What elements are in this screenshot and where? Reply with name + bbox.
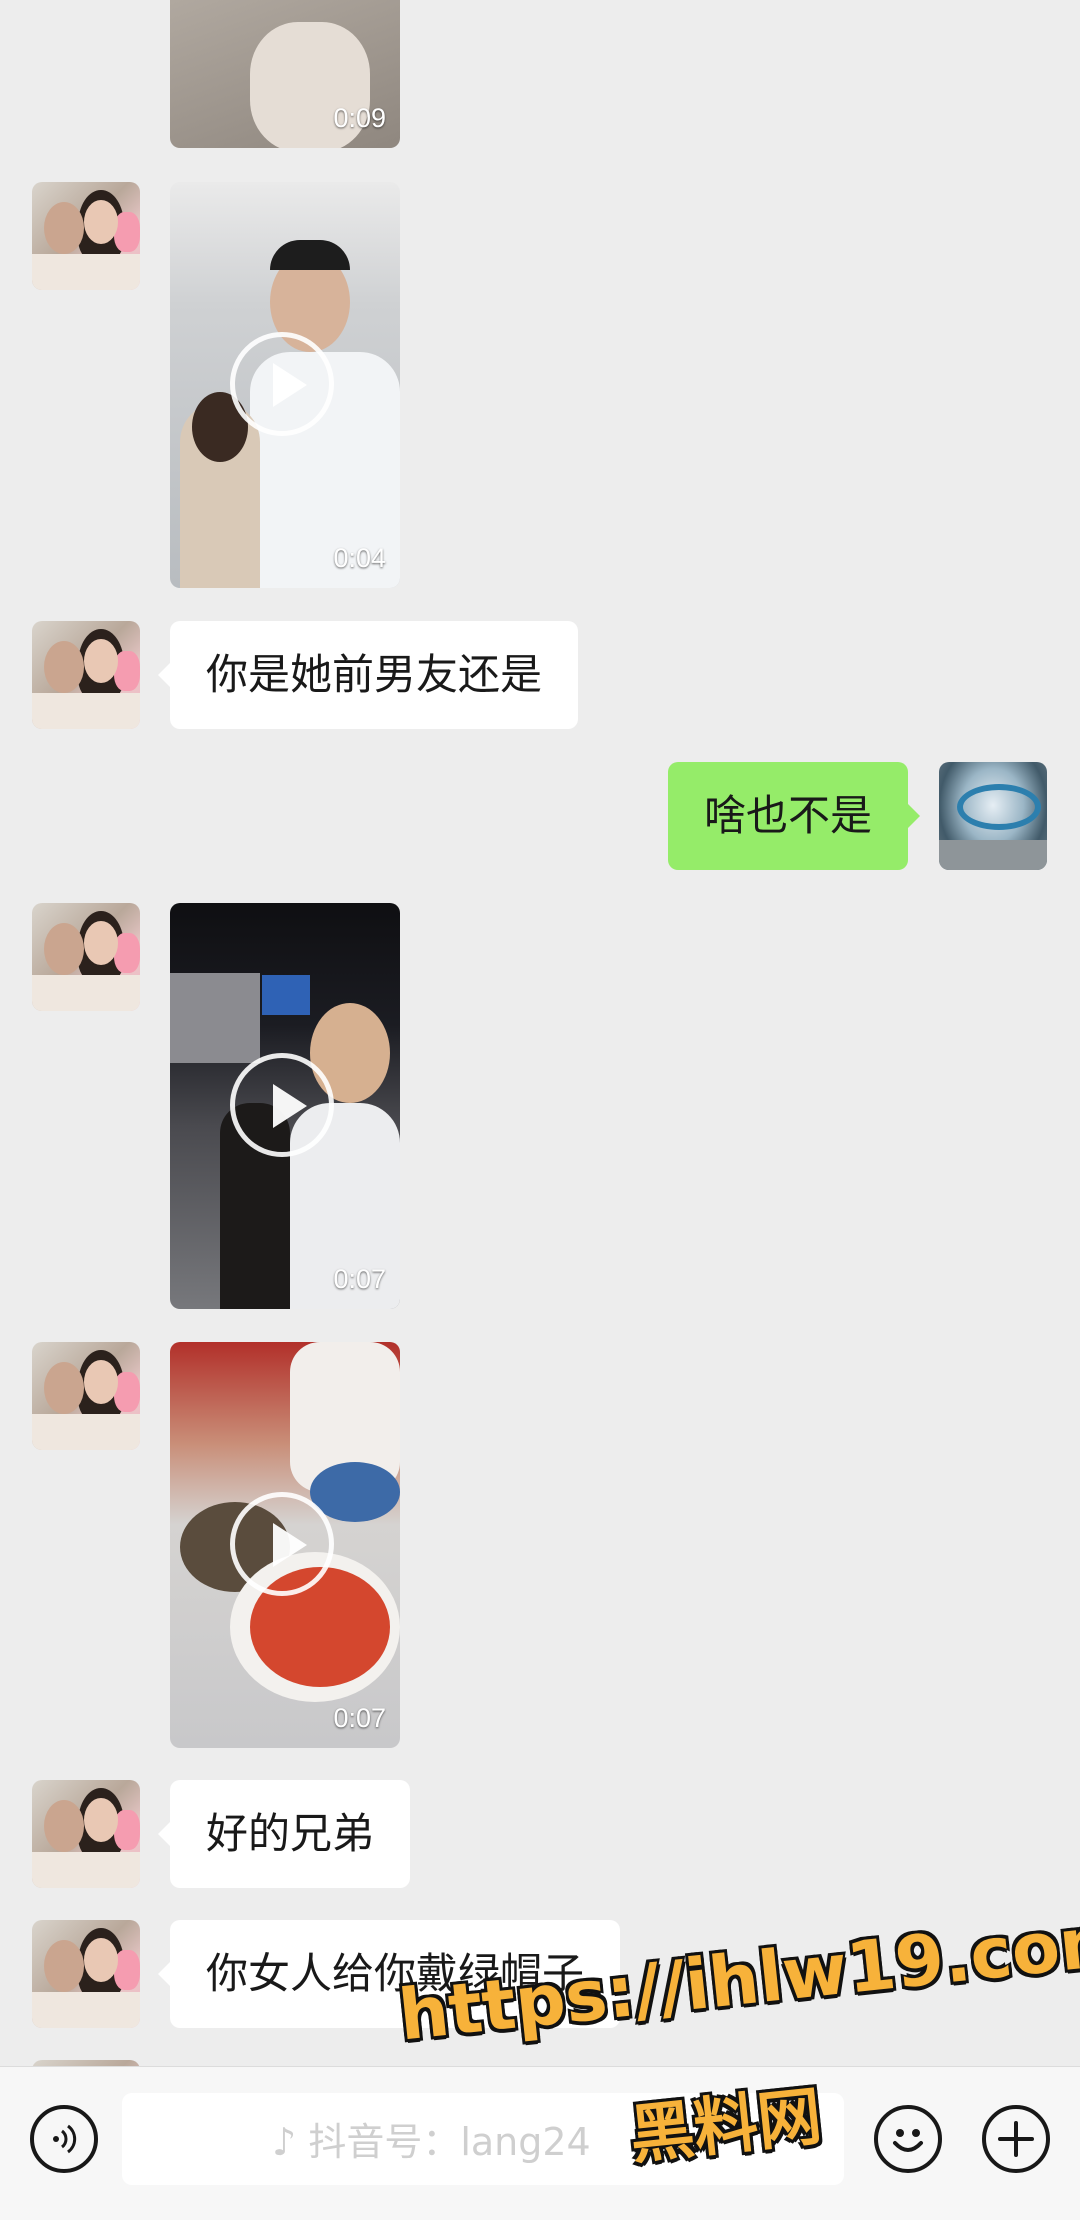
contact-avatar[interactable] [32,621,140,729]
text-message-bubble[interactable]: 你是她前男友还是 [157,621,579,729]
video-duration: 0:04 [333,543,386,573]
voice-icon[interactable] [30,2105,98,2173]
video-message[interactable]: 0:04 [170,182,400,588]
video-message[interactable]: 0:09 [170,0,400,148]
video-message[interactable]: 0:07 [170,1342,400,1748]
video-duration: 0:09 [333,103,386,133]
text-message-bubble[interactable]: 好的兄弟 [157,1780,411,1888]
tiktok-watermark: ♪ 抖音号：lang24 [272,2120,591,2164]
my-avatar[interactable] [939,762,1047,870]
play-icon[interactable] [230,1492,334,1596]
message-text: 好的兄弟 [206,1809,375,1858]
chat-message-list[interactable]: 0:09 0:04 你是她前男友还是 啥也不是 0:07 0:07 好的兄弟 你… [0,0,1080,2066]
contact-avatar[interactable] [32,182,140,290]
plus-icon[interactable] [982,2105,1050,2173]
message-text: 啥也不是 [703,791,872,840]
play-icon[interactable] [230,332,334,436]
text-message-bubble[interactable]: 啥也不是 [667,762,921,870]
chat-input-bar: ♪ 抖音号：lang24 [0,2066,1080,2220]
contact-avatar[interactable] [32,903,140,1011]
contact-avatar[interactable] [32,1342,140,1450]
video-message[interactable]: 0:07 [170,903,400,1309]
emoji-icon[interactable] [874,2105,942,2173]
video-duration: 0:07 [333,1703,386,1733]
contact-avatar[interactable] [32,1920,140,2028]
contact-avatar[interactable] [32,1780,140,1888]
play-icon[interactable] [230,1053,334,1157]
message-text: 你是她前男友还是 [206,650,543,699]
video-duration: 0:07 [333,1264,386,1294]
